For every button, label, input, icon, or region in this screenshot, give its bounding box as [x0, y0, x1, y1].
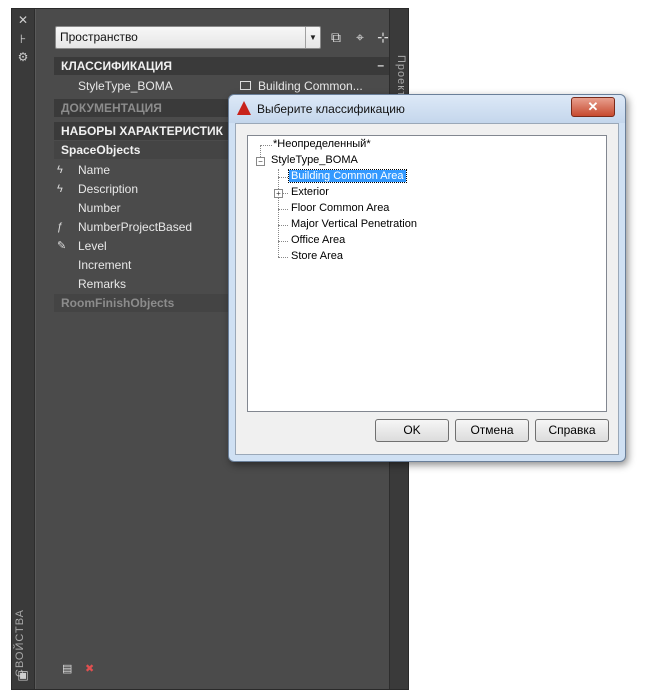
- section-classification[interactable]: КЛАССИФИКАЦИЯ –: [54, 57, 391, 75]
- expand-icon[interactable]: +: [274, 189, 283, 198]
- palette-menu-icon[interactable]: ▣: [17, 669, 29, 681]
- tree-line: [278, 257, 288, 258]
- tree-line: [278, 169, 279, 257]
- dialog-title: Выберите классификацию: [257, 102, 405, 116]
- tree-line: [278, 209, 288, 210]
- classification-list-icon: [240, 81, 251, 90]
- classification-tree[interactable]: *Неопределенный* − StyleType_BOMA Buildi…: [247, 135, 607, 412]
- tree-node-exterior[interactable]: Exterior: [291, 186, 329, 198]
- autohide-icon[interactable]: ⊦: [17, 33, 29, 45]
- palette-left-strip: ✕ ⊦ ⚙ СВОЙСТВА ▣: [12, 9, 35, 689]
- tree-node-office-area[interactable]: Office Area: [291, 234, 345, 246]
- remove-property-set-icon[interactable]: ✖: [85, 663, 98, 675]
- dialog-titlebar[interactable]: Выберите классификацию ✕: [229, 95, 625, 123]
- tree-line: [278, 241, 288, 242]
- select-classification-dialog: Выберите классификацию ✕ *Неопределенный…: [228, 94, 626, 462]
- tree-line: [278, 177, 288, 178]
- tree-node-undefined[interactable]: *Неопределенный*: [273, 138, 371, 150]
- tree-line: [278, 225, 288, 226]
- collapse-icon[interactable]: –: [377, 58, 384, 72]
- cancel-button[interactable]: Отмена: [455, 419, 529, 442]
- formula-icon: ϟ: [57, 183, 63, 195]
- quick-select-icon[interactable]: ⧉: [328, 29, 344, 45]
- function-icon: ƒ: [57, 221, 64, 233]
- palette-properties-icon[interactable]: ⚙: [17, 51, 29, 63]
- collapse-icon[interactable]: −: [256, 157, 265, 166]
- select-objects-icon[interactable]: ⌖: [352, 29, 368, 45]
- close-button[interactable]: ✕: [571, 97, 615, 117]
- add-property-set-icon[interactable]: ▤: [62, 663, 75, 675]
- chevron-down-icon[interactable]: ▼: [305, 27, 320, 48]
- autocad-logo-icon: [237, 101, 251, 115]
- tab-project[interactable]: Проект: [395, 55, 407, 97]
- level-icon: ✎: [57, 240, 67, 252]
- object-type-dropdown[interactable]: Пространство ▼: [55, 26, 321, 49]
- formula-icon: ϟ: [57, 164, 63, 176]
- help-button[interactable]: Справка: [535, 419, 609, 442]
- tree-node-major-vertical-penetration[interactable]: Major Vertical Penetration: [291, 218, 417, 230]
- tree-node-building-common-area[interactable]: Building Common Area: [288, 169, 407, 183]
- tree-node-store-area[interactable]: Store Area: [291, 250, 343, 262]
- tree-node-floor-common-area[interactable]: Floor Common Area: [291, 202, 389, 214]
- dropdown-value: Пространство: [60, 30, 138, 44]
- palette-title: СВОЙСТВА: [14, 609, 26, 677]
- tree-line: [260, 145, 272, 146]
- close-icon[interactable]: ✕: [17, 14, 29, 26]
- ok-button[interactable]: OK: [375, 419, 449, 442]
- dialog-body: *Неопределенный* − StyleType_BOMA Buildi…: [235, 123, 619, 455]
- tree-node-root[interactable]: StyleType_BOMA: [271, 154, 358, 166]
